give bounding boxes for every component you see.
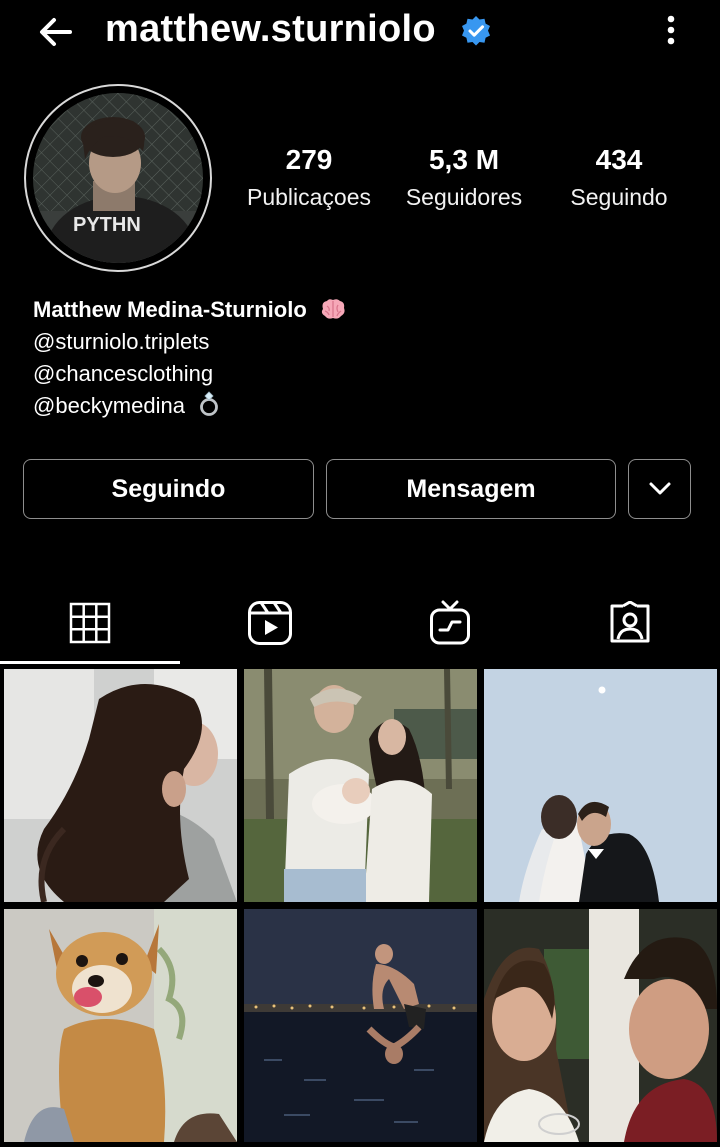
- tagged-icon: [610, 601, 650, 643]
- tab-reels[interactable]: [180, 588, 360, 658]
- stat-posts[interactable]: 279 Publicaçoes: [236, 142, 382, 211]
- tab-posts-grid[interactable]: [0, 588, 180, 658]
- grid-icon: [69, 602, 111, 644]
- post-thumbnail[interactable]: [484, 669, 717, 902]
- chevron-down-icon: [649, 482, 670, 495]
- stat-followers-label: Seguidores: [405, 184, 523, 210]
- avatar[interactable]: PYTHN: [33, 93, 203, 263]
- tab-igtv[interactable]: [360, 588, 540, 658]
- bio-link-beckymedina-row: @beckymedina: [33, 390, 347, 422]
- more-vertical-icon[interactable]: [655, 12, 687, 48]
- stat-following[interactable]: 434 Seguindo: [556, 142, 682, 211]
- avatar-shirt-text: PYTHN: [73, 214, 141, 236]
- arrow-left-icon[interactable]: [36, 12, 76, 52]
- post-thumbnail[interactable]: [4, 669, 237, 902]
- bio-link-sturniolo-triplets[interactable]: @sturniolo.triplets: [33, 326, 347, 358]
- tab-tagged[interactable]: [540, 588, 720, 658]
- profile-full-name: Matthew Medina-Sturniolo: [33, 297, 307, 322]
- stat-following-value: 434: [595, 144, 643, 175]
- profile-tabs: [0, 588, 720, 664]
- bio-link-chancesclothing[interactable]: @chancesclothing: [33, 358, 347, 390]
- message-button[interactable]: Mensagem: [326, 459, 616, 519]
- stat-posts-label: Publicaçoes: [246, 184, 372, 210]
- stat-followers-value: 5,3 M: [428, 144, 500, 175]
- post-thumbnail[interactable]: [244, 909, 477, 1142]
- ring-emoji-icon: [200, 391, 218, 416]
- bio-link-beckymedina[interactable]: @beckymedina: [33, 393, 185, 418]
- verified-badge-icon: [462, 16, 490, 46]
- active-tab-indicator: [0, 661, 180, 664]
- stat-posts-value: 279: [285, 144, 333, 175]
- following-button[interactable]: Seguindo: [23, 459, 314, 519]
- suggestions-dropdown-button[interactable]: [628, 459, 691, 519]
- posts-grid: [0, 668, 720, 1147]
- post-thumbnail[interactable]: [4, 909, 237, 1142]
- brain-emoji-icon: [321, 299, 345, 319]
- stat-followers[interactable]: 5,3 M Seguidores: [396, 142, 532, 211]
- top-bar: matthew.sturniolo: [0, 0, 720, 64]
- igtv-icon: [430, 600, 470, 645]
- stat-following-label: Seguindo: [570, 184, 668, 210]
- post-thumbnail[interactable]: [244, 669, 477, 902]
- post-thumbnail[interactable]: [484, 909, 717, 1142]
- reels-icon: [248, 601, 292, 645]
- profile-bio: Matthew Medina-Sturniolo @sturniolo.trip…: [33, 294, 347, 422]
- profile-username: matthew.sturniolo: [105, 8, 436, 50]
- bio-name-row: Matthew Medina-Sturniolo: [33, 294, 347, 326]
